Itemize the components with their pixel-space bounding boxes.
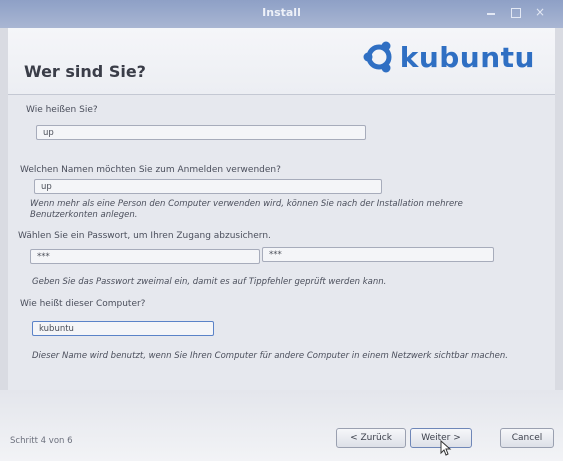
window-title: Install [262, 6, 301, 19]
password-hint: Geben Sie das Passwort zweimal ein, dami… [32, 277, 387, 287]
login-label: Welchen Namen möchten Sie zum Anmelden v… [20, 165, 281, 175]
password-label: Wählen Sie ein Passwort, um Ihren Zugang… [18, 231, 271, 241]
logo-text: kubuntu [399, 40, 535, 74]
login-hint: Wenn mehr als eine Person den Computer v… [30, 199, 463, 221]
kubuntu-logo-icon [363, 41, 392, 73]
wizard-footer: Schritt 4 von 6 < Zurück Weiter > Cancel [0, 390, 563, 461]
window-controls [487, 8, 545, 16]
login-hint-line-2: Benutzerkonten anlegen. [30, 210, 138, 220]
login-name-input[interactable] [34, 179, 382, 194]
step-indicator: Schritt 4 von 6 [10, 436, 73, 446]
back-button[interactable]: < Zurück [336, 428, 406, 448]
login-hint-line-1: Wenn mehr als eine Person den Computer v… [30, 199, 463, 209]
name-label: Wie heißen Sie? [26, 105, 98, 115]
computer-name-hint: Dieser Name wird benutzt, wenn Sie Ihren… [32, 351, 508, 361]
minimize-icon[interactable] [487, 8, 497, 16]
password-input[interactable] [30, 249, 260, 264]
kubuntu-logo: kubuntu [362, 40, 535, 74]
page-title: Wer sind Sie? [24, 62, 146, 81]
cancel-button[interactable]: Cancel [500, 428, 554, 448]
user-setup-form: Wie heißen Sie? Welchen Namen möchten Si… [8, 94, 555, 390]
page-header: Wer sind Sie? kubuntu [8, 28, 555, 94]
full-name-input[interactable] [36, 125, 366, 140]
mouse-pointer-icon [440, 440, 452, 456]
password-confirm-input[interactable] [262, 247, 494, 262]
close-icon[interactable] [535, 8, 545, 16]
window-titlebar: Install [0, 0, 563, 28]
maximize-icon[interactable] [511, 8, 521, 16]
computer-name-label: Wie heißt dieser Computer? [20, 299, 146, 309]
computer-name-input[interactable] [32, 321, 214, 336]
